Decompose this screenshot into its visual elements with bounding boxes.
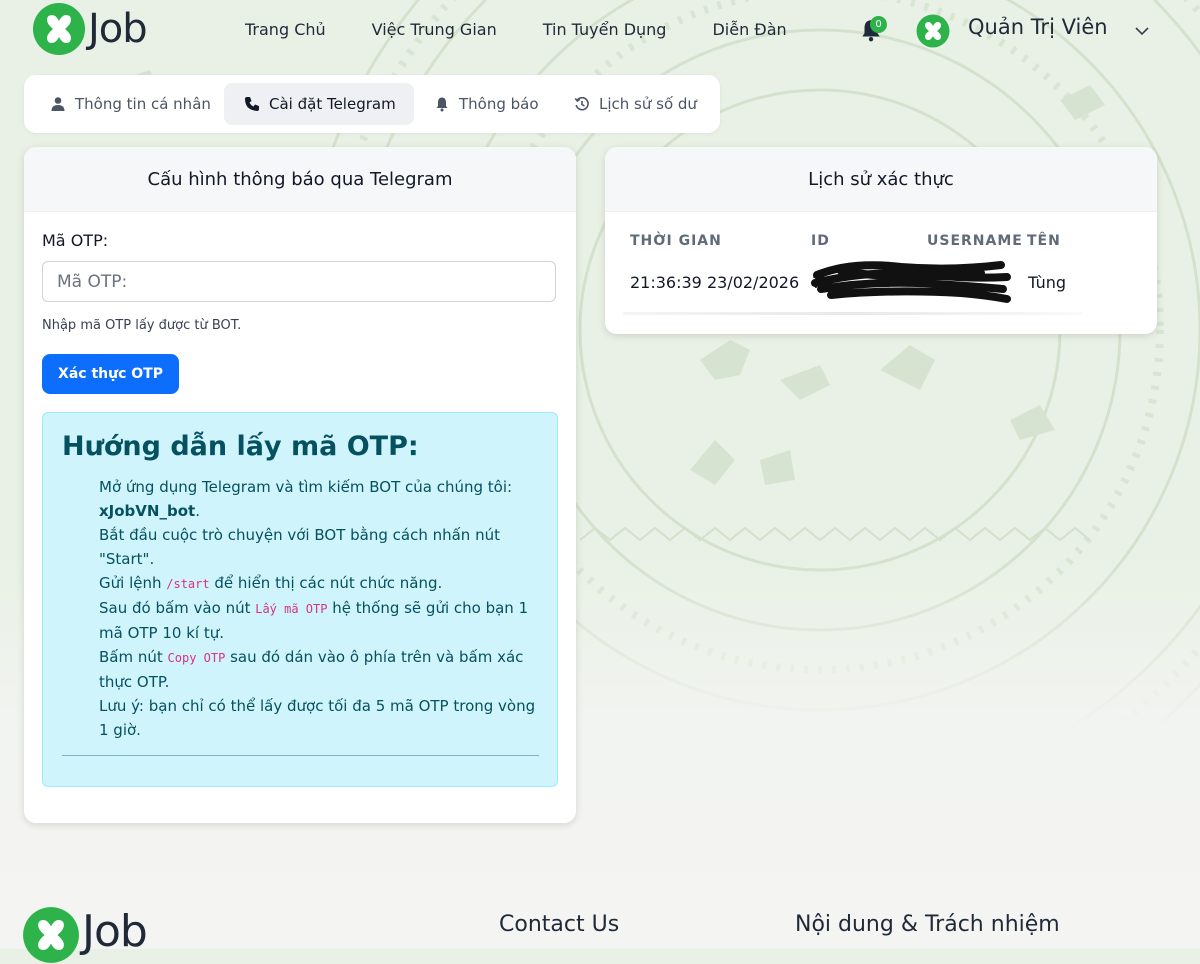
guide-step-1: Mở ứng dụng Telegram và tìm kiếm BOT của… — [99, 478, 513, 520]
logo-text: Job — [88, 6, 148, 52]
user-name[interactable]: Quản Trị Viên — [968, 15, 1108, 39]
redaction-scribble — [811, 261, 1011, 303]
otp-input[interactable] — [42, 261, 556, 302]
guide-step-5: Bấm nút Copy OTP sau đó dán vào ô phía t… — [99, 648, 524, 691]
tab-balance-history[interactable]: Lịch sử số dư — [574, 83, 714, 125]
guide-step-4: Sau đó bấm vào nút Lấy mã OTP hệ thống s… — [99, 599, 529, 642]
table-row-shadow — [623, 312, 1083, 315]
cell-name: Tùng — [1028, 273, 1067, 292]
verification-history-card: Lịch sử xác thực THỜI GIAN ID USERNAME T… — [605, 147, 1157, 334]
otp-guide-alert: Hướng dẫn lấy mã OTP: Mở ứng dụng Telegr… — [42, 412, 558, 787]
otp-field-label: Mã OTP: — [42, 231, 109, 250]
top-navbar: Job Trang Chủ Việc Trung Gian Tin Tuyển … — [0, 0, 1200, 66]
nav-link-job-posts[interactable]: Tin Tuyển Dụng — [543, 20, 667, 39]
column-header-username: USERNAME — [927, 233, 1023, 249]
notification-count-badge: 0 — [870, 16, 887, 33]
start-command: /start — [166, 577, 210, 591]
chevron-down-icon[interactable] — [1134, 25, 1150, 37]
phone-icon — [245, 97, 259, 111]
copy-otp-code: Copy OTP — [167, 651, 226, 665]
x-avatar-icon[interactable] — [916, 14, 950, 48]
site-logo[interactable]: Job — [32, 2, 148, 56]
column-header-id: ID — [811, 233, 830, 249]
nav-link-home[interactable]: Trang Chủ — [245, 20, 326, 39]
tab-label: Lịch sử số dư — [599, 95, 697, 113]
telegram-config-card: Cấu hình thông báo qua Telegram Mã OTP: … — [24, 147, 576, 823]
bell-icon — [436, 97, 448, 112]
card-title: Lịch sử xác thực — [605, 147, 1157, 212]
guide-step-2: Bắt đầu cuộc trò chuyện với BOT bằng các… — [99, 526, 500, 568]
column-header-name: TÊN — [1027, 233, 1061, 249]
x-logo-icon — [33, 3, 85, 55]
tab-label: Thông báo — [459, 95, 539, 113]
cell-time: 21:36:39 23/02/2026 — [630, 273, 800, 292]
nav-link-forum[interactable]: Diễn Đàn — [712, 20, 786, 39]
footer-logo[interactable]: Job — [22, 906, 148, 964]
verify-otp-button[interactable]: Xác thực OTP — [42, 354, 179, 394]
logo-text: Job — [82, 906, 148, 957]
nav-link-middleman-jobs[interactable]: Việc Trung Gian — [372, 20, 497, 39]
tab-notifications[interactable]: Thông báo — [432, 83, 554, 125]
otp-hint: Nhập mã OTP lấy được từ BOT. — [42, 318, 242, 333]
guide-step-3: Gửi lệnh /start để hiển thị các nút chức… — [99, 574, 443, 592]
guide-divider — [62, 755, 539, 756]
guide-title: Hướng dẫn lấy mã OTP: — [62, 431, 419, 462]
bot-name: xJobVN_bot — [99, 502, 196, 520]
tab-telegram-settings[interactable]: Cài đặt Telegram — [224, 83, 414, 125]
tab-label: Cài đặt Telegram — [269, 95, 396, 113]
x-logo-icon — [23, 907, 79, 963]
guide-steps: Mở ứng dụng Telegram và tìm kiếm BOT của… — [99, 475, 543, 742]
tab-personal-info[interactable]: Thông tin cá nhân — [40, 83, 222, 125]
guide-step-6: Lưu ý: bạn chỉ có thể lấy được tối đa 5 … — [99, 697, 536, 739]
profile-tabs: Thông tin cá nhân Cài đặt Telegram Thông… — [24, 75, 720, 133]
footer-heading-content-responsibility: Nội dung & Trách nhiệm — [795, 912, 1060, 937]
footer-heading-contact: Contact Us — [499, 912, 620, 937]
column-header-time: THỜI GIAN — [630, 233, 722, 249]
get-otp-code: Lấy mã OTP — [255, 602, 328, 616]
card-title: Cấu hình thông báo qua Telegram — [24, 147, 576, 212]
main-nav: Trang Chủ Việc Trung Gian Tin Tuyển Dụng… — [245, 20, 833, 39]
history-icon — [574, 96, 589, 111]
tab-label: Thông tin cá nhân — [75, 95, 211, 113]
user-icon — [51, 97, 65, 111]
